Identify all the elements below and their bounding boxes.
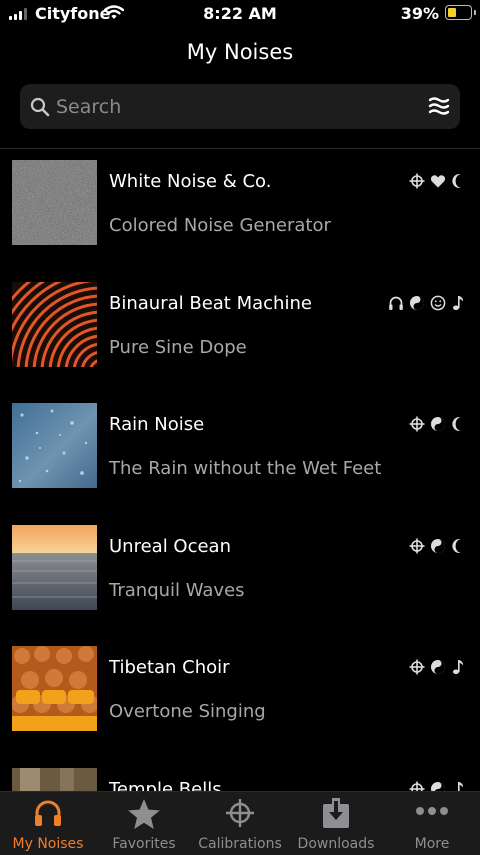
ocean-thumbnail xyxy=(12,525,97,610)
music-note-icon xyxy=(451,295,465,311)
item-subtitle: Overtone Singing xyxy=(109,701,266,722)
item-title: Unreal Ocean xyxy=(109,536,231,557)
item-tags xyxy=(409,659,465,675)
tab-downloads[interactable]: Downloads xyxy=(288,792,384,855)
tab-label: Favorites xyxy=(96,836,192,852)
yin-yang-icon xyxy=(430,659,446,675)
tab-label: My Noises xyxy=(0,836,96,852)
list-item[interactable]: Tibetan Choir Overtone Singing xyxy=(0,635,480,757)
headphones-icon xyxy=(388,295,404,311)
item-title: Tibetan Choir xyxy=(109,657,230,678)
white-noise-thumbnail xyxy=(12,160,97,245)
item-tags xyxy=(409,416,465,432)
rain-thumbnail xyxy=(12,403,97,488)
music-note-icon xyxy=(451,659,465,675)
binaural-thumbnail xyxy=(12,282,97,367)
tab-more[interactable]: More xyxy=(384,792,480,855)
item-subtitle: Pure Sine Dope xyxy=(109,337,247,358)
crosshair-icon xyxy=(225,798,255,828)
noise-list[interactable]: White Noise & Co. Colored Noise Generato… xyxy=(0,149,480,791)
item-tags xyxy=(388,295,465,311)
search-icon xyxy=(30,97,50,117)
star-icon xyxy=(127,798,161,830)
item-subtitle: Tranquil Waves xyxy=(109,580,245,601)
tab-calibrations[interactable]: Calibrations xyxy=(192,792,288,855)
item-title: White Noise & Co. xyxy=(109,171,271,192)
item-title: Rain Noise xyxy=(109,414,204,435)
tab-label: Calibrations xyxy=(192,836,288,852)
tab-bar: My Noises Favorites Calibrations xyxy=(0,791,480,855)
tab-label: Downloads xyxy=(288,836,384,852)
search-input[interactable] xyxy=(56,84,416,129)
item-tags xyxy=(409,173,465,189)
tab-my-noises[interactable]: My Noises xyxy=(0,792,96,855)
list-item[interactable]: White Noise & Co. Colored Noise Generato… xyxy=(0,149,480,271)
item-tags xyxy=(409,538,465,554)
list-item[interactable]: Unreal Ocean Tranquil Waves xyxy=(0,514,480,636)
tab-label: More xyxy=(384,836,480,852)
wave-filter-icon[interactable] xyxy=(428,95,450,117)
heart-icon xyxy=(430,173,446,189)
list-item[interactable]: Binaural Beat Machine Pure Sine Dope xyxy=(0,271,480,393)
music-note-icon xyxy=(451,781,465,792)
smiley-icon xyxy=(430,295,446,311)
item-title: Binaural Beat Machine xyxy=(109,293,312,314)
moon-icon xyxy=(451,416,465,432)
bells-thumbnail xyxy=(12,768,97,792)
status-bar: Cityfone 8:22 AM 39% xyxy=(0,0,480,28)
crosshair-icon xyxy=(409,416,425,432)
tab-favorites[interactable]: Favorites xyxy=(96,792,192,855)
moon-icon xyxy=(451,538,465,554)
search-bar[interactable] xyxy=(20,84,460,129)
page-title: My Noises xyxy=(0,40,480,64)
yin-yang-icon xyxy=(430,538,446,554)
list-item[interactable]: Rain Noise The Rain without the Wet Feet xyxy=(0,392,480,514)
item-tags xyxy=(409,781,465,792)
battery-percent: 39% xyxy=(401,4,439,23)
yin-yang-icon xyxy=(430,416,446,432)
list-item[interactable]: Temple Bells xyxy=(0,757,480,792)
battery-icon xyxy=(445,5,472,20)
crosshair-icon xyxy=(409,659,425,675)
crosshair-icon xyxy=(409,538,425,554)
crosshair-icon xyxy=(409,173,425,189)
moon-icon xyxy=(451,173,465,189)
item-subtitle: The Rain without the Wet Feet xyxy=(109,458,381,479)
headphones-icon xyxy=(33,798,63,828)
crosshair-icon xyxy=(409,781,425,792)
item-subtitle: Colored Noise Generator xyxy=(109,215,331,236)
more-icon xyxy=(415,804,449,818)
item-title: Temple Bells xyxy=(109,779,222,792)
choir-thumbnail xyxy=(12,646,97,731)
yin-yang-icon xyxy=(409,295,425,311)
yin-yang-icon xyxy=(430,781,446,792)
download-icon xyxy=(321,798,351,830)
